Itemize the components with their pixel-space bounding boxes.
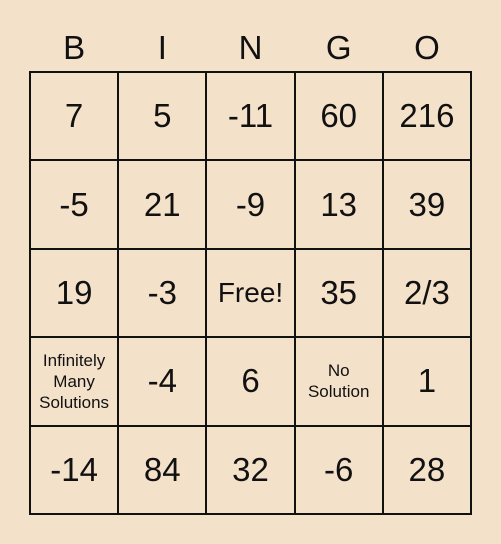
header-letter: I	[157, 29, 167, 66]
bingo-cell[interactable]: 60	[294, 72, 383, 161]
bingo-cell[interactable]: 84	[118, 425, 207, 514]
header-letter: O	[414, 29, 440, 66]
bingo-cell[interactable]: -6	[294, 425, 383, 514]
bingo-cell[interactable]: 2/3	[382, 248, 471, 338]
bingo-cell[interactable]: 1	[382, 337, 471, 426]
bingo-cell[interactable]: -5	[30, 160, 119, 249]
bingo-cell[interactable]: 13	[294, 160, 383, 249]
header-letter: G	[325, 29, 352, 66]
bingo-cell[interactable]: 6	[206, 337, 295, 426]
bingo-cell[interactable]: 216	[382, 72, 471, 161]
bingo-cell[interactable]: Infinitely Many Solutions	[30, 337, 119, 426]
bingo-grid: 7 5 -11 60 216 -5 21 -9 13 39 19 -3 Free! 35 2/3 Infini…	[29, 71, 472, 515]
bingo-cell[interactable]: -3	[118, 248, 207, 338]
bingo-cell[interactable]: 32	[206, 425, 295, 514]
bingo-cell[interactable]: -11	[206, 72, 295, 161]
bingo-cell[interactable]: 7	[30, 72, 119, 161]
bingo-cell[interactable]: 21	[118, 160, 207, 249]
bingo-cell[interactable]: No Solution	[294, 337, 383, 426]
free-space-cell[interactable]: Free!	[206, 248, 295, 338]
bingo-cell[interactable]: -14	[30, 425, 119, 514]
bingo-cell[interactable]: 28	[382, 425, 471, 514]
bingo-header: B I N G O	[30, 28, 471, 68]
bingo-cell[interactable]: -9	[206, 160, 295, 249]
bingo-cell[interactable]: -4	[118, 337, 207, 426]
bingo-cell[interactable]: 19	[30, 248, 119, 338]
bingo-cell[interactable]: 5	[118, 72, 207, 161]
header-letter: B	[63, 29, 86, 66]
header-letter: N	[238, 29, 263, 66]
bingo-cell[interactable]: 35	[294, 248, 383, 338]
bingo-cell[interactable]: 39	[382, 160, 471, 249]
